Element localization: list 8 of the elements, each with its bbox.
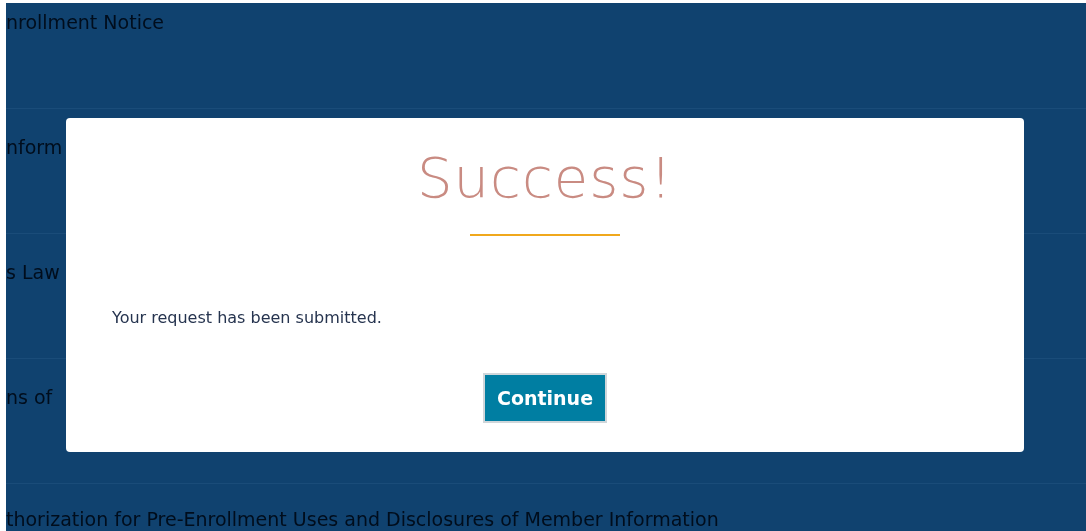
list-item-title: nform: [6, 136, 63, 158]
dialog-title: Success!: [417, 144, 673, 212]
list-item-title: s Law: [6, 261, 60, 283]
list-item-title: thorization for Pre-Enrollment Uses and Disclosures of Member Information: [6, 508, 719, 530]
continue-button[interactable]: Continue: [483, 373, 607, 423]
list-item-title: nrollment Notice: [6, 11, 165, 33]
dialog-message: Your request has been submitted.: [112, 308, 382, 327]
list-item-title: ns of: [6, 386, 53, 408]
